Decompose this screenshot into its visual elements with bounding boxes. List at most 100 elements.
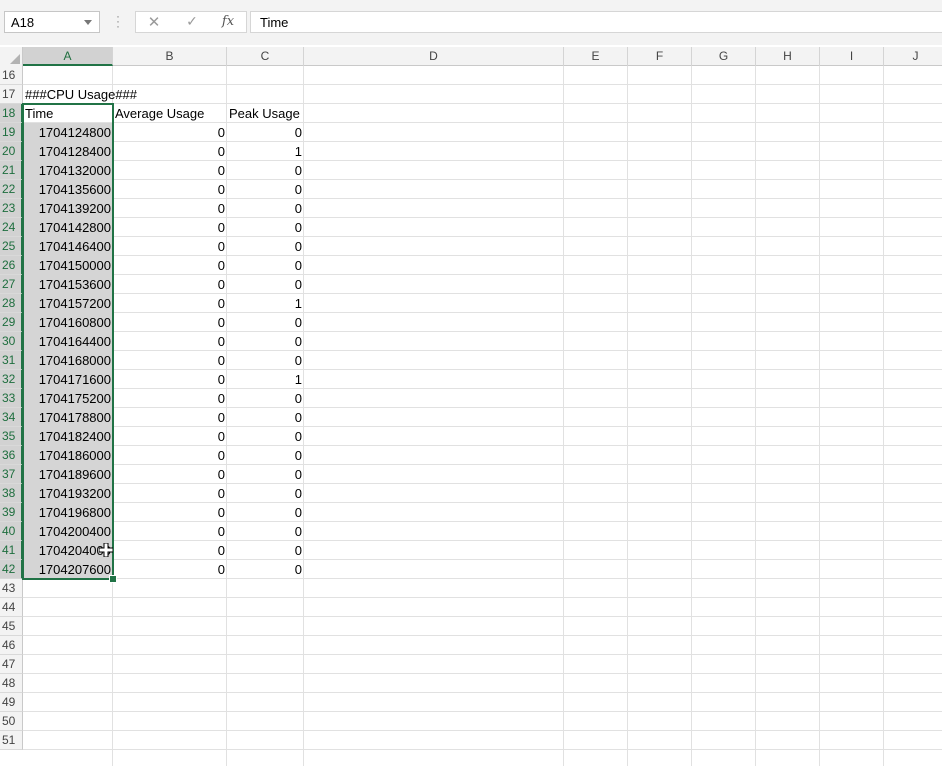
row-header-31[interactable]: 31 [0,351,23,370]
row-header-30[interactable]: 30 [0,332,23,351]
name-box[interactable]: A18 [4,11,100,33]
cell-b37[interactable]: 0 [113,465,227,484]
cell-c29[interactable]: 0 [227,313,304,332]
row-header-47[interactable]: 47 [0,655,23,674]
column-header-e[interactable]: E [564,47,628,66]
row-header-16[interactable]: 16 [0,66,23,85]
cell-c26[interactable]: 0 [227,256,304,275]
cell-a33[interactable]: 1704175200 [23,389,113,408]
cell-c27[interactable]: 0 [227,275,304,294]
row-header-17[interactable]: 17 [0,85,23,104]
row-header-26[interactable]: 26 [0,256,23,275]
column-header-i[interactable]: I [820,47,884,66]
cell-a25[interactable]: 1704146400 [23,237,113,256]
cell-c32[interactable]: 1 [227,370,304,389]
cell-a38[interactable]: 1704193200 [23,484,113,503]
row-header-46[interactable]: 46 [0,636,23,655]
cell-a18[interactable]: Time [23,104,113,123]
row-header-29[interactable]: 29 [0,313,23,332]
row-header-34[interactable]: 34 [0,408,23,427]
cell-b33[interactable]: 0 [113,389,227,408]
cell-c35[interactable]: 0 [227,427,304,446]
row-header-35[interactable]: 35 [0,427,23,446]
cell-c41[interactable]: 0 [227,541,304,560]
row-header-50[interactable]: 50 [0,712,23,731]
cell-a36[interactable]: 1704186000 [23,446,113,465]
column-header-g[interactable]: G [692,47,756,66]
cell-c40[interactable]: 0 [227,522,304,541]
cell-a17[interactable]: ###CPU Usage### [23,85,137,104]
cell-a35[interactable]: 1704182400 [23,427,113,446]
cell-c38[interactable]: 0 [227,484,304,503]
cell-b42[interactable]: 0 [113,560,227,579]
cell-a20[interactable]: 1704128400 [23,142,113,161]
row-header-39[interactable]: 39 [0,503,23,522]
cell-b21[interactable]: 0 [113,161,227,180]
cell-c39[interactable]: 0 [227,503,304,522]
cell-c20[interactable]: 1 [227,142,304,161]
cell-a42[interactable]: 1704207600 [23,560,113,579]
column-header-j[interactable]: J [884,47,942,66]
close-icon[interactable]: ✕ [142,13,166,31]
chevron-down-icon[interactable] [84,20,92,25]
row-header-22[interactable]: 22 [0,180,23,199]
cell-b40[interactable]: 0 [113,522,227,541]
cell-b30[interactable]: 0 [113,332,227,351]
cell-c30[interactable]: 0 [227,332,304,351]
row-header-24[interactable]: 24 [0,218,23,237]
column-header-c[interactable]: C [227,47,304,66]
cell-b28[interactable]: 0 [113,294,227,313]
cell-a34[interactable]: 1704178800 [23,408,113,427]
row-header-51[interactable]: 51 [0,731,23,750]
row-header-43[interactable]: 43 [0,579,23,598]
row-header-38[interactable]: 38 [0,484,23,503]
column-header-d[interactable]: D [304,47,564,66]
select-all-button[interactable] [0,47,23,66]
cell-b24[interactable]: 0 [113,218,227,237]
row-header-45[interactable]: 45 [0,617,23,636]
cell-b23[interactable]: 0 [113,199,227,218]
cell-b36[interactable]: 0 [113,446,227,465]
cell-a19[interactable]: 1704124800 [23,123,113,142]
cell-b19[interactable]: 0 [113,123,227,142]
row-header-44[interactable]: 44 [0,598,23,617]
row-header-49[interactable]: 49 [0,693,23,712]
cell-c21[interactable]: 0 [227,161,304,180]
worksheet-grid[interactable]: A B C D E F G H I J 16 17 18 19 20 21 22 23 24 25 26 27 28 29 30… [0,47,942,766]
cell-a29[interactable]: 1704160800 [23,313,113,332]
row-header-37[interactable]: 37 [0,465,23,484]
cell-b20[interactable]: 0 [113,142,227,161]
check-icon[interactable]: ✓ [180,13,204,31]
row-header-42[interactable]: 42 [0,560,23,579]
cell-a23[interactable]: 1704139200 [23,199,113,218]
row-header-36[interactable]: 36 [0,446,23,465]
row-header-28[interactable]: 28 [0,294,23,313]
cell-c18[interactable]: Peak Usage [227,104,304,123]
more-options-icon[interactable]: · · · [116,10,120,32]
cell-c37[interactable]: 0 [227,465,304,484]
cell-a27[interactable]: 1704153600 [23,275,113,294]
cell-c33[interactable]: 0 [227,389,304,408]
cell-b25[interactable]: 0 [113,237,227,256]
cell-c28[interactable]: 1 [227,294,304,313]
row-header-27[interactable]: 27 [0,275,23,294]
row-header-21[interactable]: 21 [0,161,23,180]
cell-b26[interactable]: 0 [113,256,227,275]
row-header-19[interactable]: 19 [0,123,23,142]
cell-c24[interactable]: 0 [227,218,304,237]
cell-c36[interactable]: 0 [227,446,304,465]
cell-c34[interactable]: 0 [227,408,304,427]
cell-b35[interactable]: 0 [113,427,227,446]
cell-c22[interactable]: 0 [227,180,304,199]
row-header-48[interactable]: 48 [0,674,23,693]
cell-c25[interactable]: 0 [227,237,304,256]
cell-b31[interactable]: 0 [113,351,227,370]
column-header-h[interactable]: H [756,47,820,66]
row-header-41[interactable]: 41 [0,541,23,560]
cell-c23[interactable]: 0 [227,199,304,218]
fx-icon[interactable]: fx [216,14,240,32]
cell-b32[interactable]: 0 [113,370,227,389]
cell-a28[interactable]: 1704157200 [23,294,113,313]
cell-c42[interactable]: 0 [227,560,304,579]
column-header-a[interactable]: A [23,47,113,66]
